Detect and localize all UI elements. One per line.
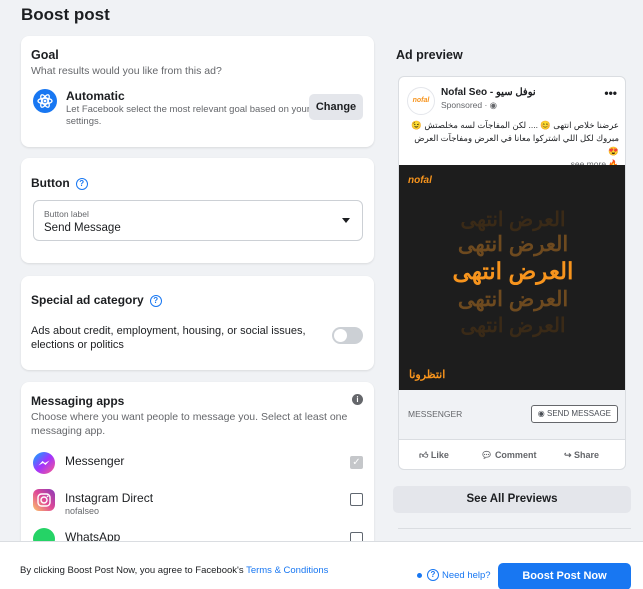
post-actions: 👍︎ Like 💬︎ Comment ↪ Share — [399, 447, 625, 467]
button-heading: Button? — [31, 176, 88, 190]
instagram-icon — [33, 489, 55, 511]
atom-icon — [33, 89, 57, 113]
divider — [398, 528, 631, 529]
image-text-line: العرض انتهى — [457, 233, 569, 256]
sponsored-label: Sponsored · ◉ — [441, 100, 497, 111]
instagram-checkbox[interactable] — [350, 493, 363, 506]
boost-post-now-button[interactable]: Boost Post Now — [498, 563, 631, 589]
special-ad-category-card: Special ad category? Ads about credit, e… — [21, 276, 374, 370]
button-heading-text: Button — [31, 176, 70, 190]
help-icon[interactable]: ? — [149, 295, 162, 307]
special-heading-text: Special ad category — [31, 293, 144, 307]
goal-option-title: Automatic — [66, 89, 125, 103]
special-description: Ads about credit, employment, housing, o… — [31, 325, 306, 351]
agreement-prefix: By clicking Boost Post Now, you agree to… — [20, 565, 247, 576]
app-instagram-direct[interactable]: Instagram Direct nofalseo — [33, 489, 363, 516]
help-icon[interactable]: ? — [75, 178, 88, 190]
like-button[interactable]: 👍︎ Like — [419, 450, 449, 461]
messaging-subheading: Choose where you want people to message … — [31, 411, 348, 437]
app-messenger[interactable]: Messenger ✓ — [33, 452, 363, 476]
page-avatar: nofal — [407, 87, 435, 115]
page-title: Boost post — [21, 5, 110, 24]
send-message-button[interactable]: ◉ SEND MESSAGE — [530, 405, 618, 423]
image-text-line: العرض انتهى — [452, 258, 574, 284]
help-icon: ? — [427, 569, 439, 581]
image-brand-logo: nofal — [408, 175, 432, 186]
app-name: Instagram Direct — [65, 491, 154, 505]
more-options-icon[interactable]: ••• — [604, 86, 617, 100]
share-label: Share — [574, 450, 600, 460]
image-tagline: انتظرونا — [409, 369, 446, 381]
share-icon: ↪ — [564, 450, 575, 460]
goal-option-description: Let Facebook select the most relevant go… — [66, 104, 310, 127]
like-icon: 👍︎ — [419, 450, 431, 460]
terms-link[interactable]: Terms & Conditions — [246, 565, 328, 576]
share-button[interactable]: ↪ Share — [564, 450, 599, 461]
image-text-line: العرض انتهى — [460, 315, 566, 337]
post-image: nofal العرض انتهى العرض انتهى العرض انته… — [399, 165, 625, 390]
special-heading: Special ad category? — [31, 293, 162, 307]
ad-preview-post: nofal Nofal Seo - نوفل سيو Sponsored · ◉… — [398, 76, 626, 470]
goal-subheading: What results would you like from this ad… — [31, 65, 222, 77]
post-body: عرضنا خلاص انتهى 😊 .... لكن المفاجآت لسه… — [407, 119, 619, 171]
post-body-line: عرضنا خلاص انتهى 😊 .... لكن المفاجآت لسه… — [411, 120, 619, 130]
comment-icon: 💬︎ — [481, 450, 495, 460]
page-name: Nofal Seo - نوفل سيو — [441, 87, 536, 98]
need-help-label: Need help? — [442, 570, 491, 581]
like-label: Like — [430, 450, 449, 460]
toggle-knob — [334, 329, 347, 342]
messenger-checkbox[interactable]: ✓ — [350, 456, 363, 469]
sponsored-text: Sponsored · — [441, 100, 490, 110]
messenger-icon: ◉ — [537, 409, 547, 418]
status-dot — [417, 573, 422, 578]
cta-row: MESSENGER ◉ SEND MESSAGE — [399, 390, 625, 440]
special-category-toggle[interactable] — [332, 327, 363, 344]
button-label-select[interactable]: Button label Send Message — [33, 200, 363, 241]
app-account: nofalseo — [65, 506, 100, 516]
image-text-line: العرض انتهى — [460, 209, 566, 231]
button-label-caption: Button label — [44, 209, 89, 219]
globe-icon: ◉ — [489, 100, 498, 110]
need-help-link[interactable]: ? Need help? — [427, 569, 491, 581]
app-name: Messenger — [65, 454, 125, 468]
cta-source-label: MESSENGER — [408, 409, 463, 419]
footer-bar: By clicking Boost Post Now, you agree to… — [0, 541, 643, 589]
image-text-line: العرض انتهى — [457, 288, 569, 311]
change-goal-button[interactable]: Change — [309, 94, 363, 120]
messenger-icon — [33, 452, 55, 474]
messaging-heading: Messaging apps — [31, 394, 125, 408]
messaging-apps-card: Messaging apps i Choose where you want p… — [21, 382, 374, 552]
button-card: Button? Button label Send Message — [21, 158, 374, 263]
goal-card: Goal What results would you like from th… — [21, 36, 374, 147]
caret-down-icon — [342, 218, 350, 223]
info-icon[interactable]: i — [352, 394, 363, 405]
button-label-value: Send Message — [44, 222, 121, 234]
goal-heading: Goal — [31, 48, 59, 62]
send-message-label: SEND MESSAGE — [546, 409, 611, 418]
agreement-text: By clicking Boost Post Now, you agree to… — [20, 565, 328, 576]
ad-preview-title: Ad preview — [396, 48, 463, 62]
post-body-line: مبروك لكل اللي اشتركوا معانا في العرض وم… — [414, 133, 619, 156]
see-all-previews-button[interactable]: See All Previews — [393, 486, 631, 513]
comment-button[interactable]: 💬︎ Comment — [481, 450, 536, 461]
comment-label: Comment — [494, 450, 537, 460]
